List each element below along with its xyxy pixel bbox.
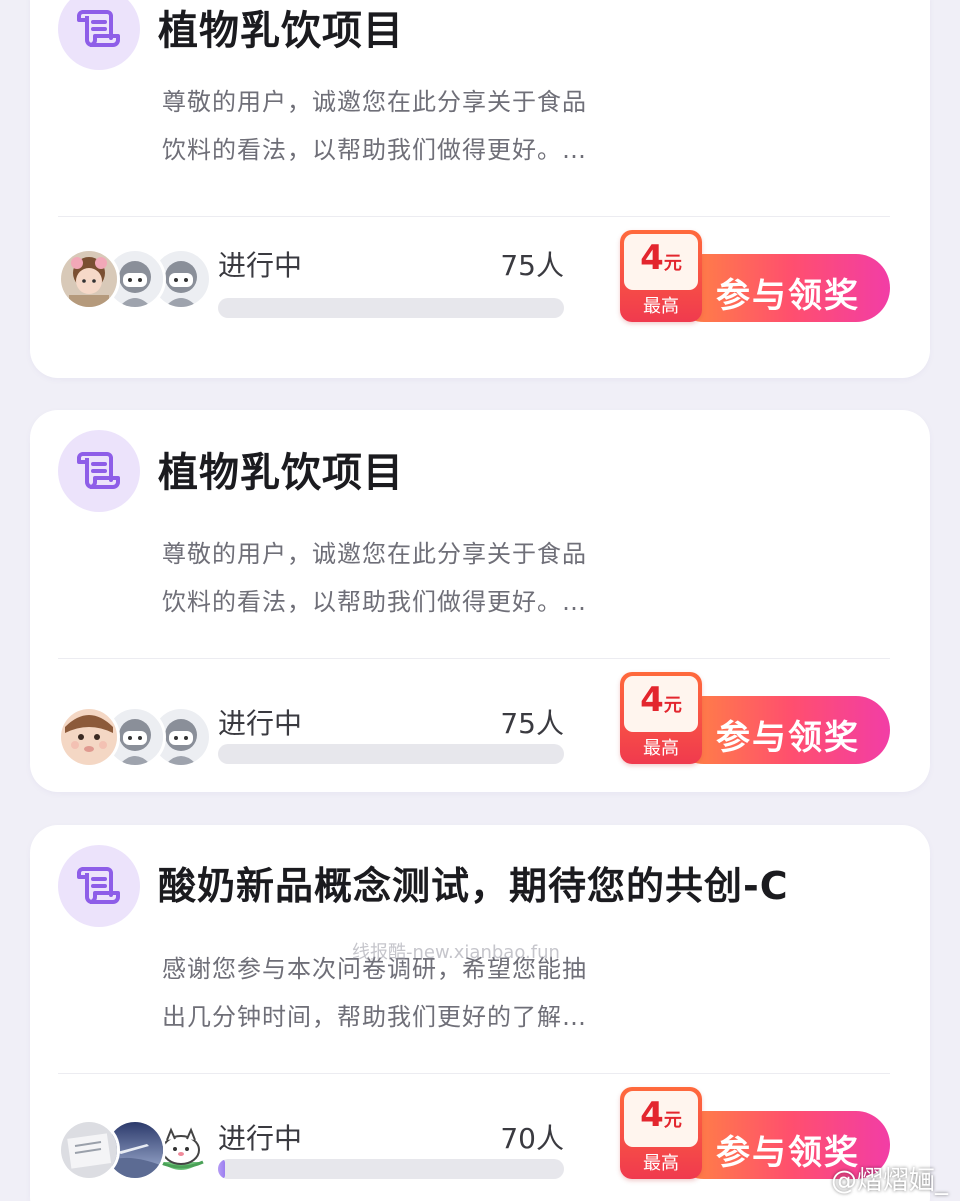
participant-count: 70人	[500, 1122, 564, 1155]
survey-card[interactable]: 植物乳饮项目 尊敬的用户，诚邀您在此分享关于食品 饮料的看法，以帮助我们做得更好…	[30, 410, 930, 792]
survey-scroll-icon	[58, 0, 140, 70]
survey-status: 进行中	[218, 1122, 303, 1155]
reward-amount: 4	[640, 680, 664, 720]
survey-description-line: 饮料的看法，以帮助我们做得更好。…	[162, 588, 587, 616]
reward-badge: 4元 最高	[620, 230, 702, 322]
participant-avatars	[58, 1119, 218, 1181]
reward-unit: 元	[663, 1110, 682, 1131]
participate-reward-button[interactable]: 参与领奖 4元 最高	[620, 230, 890, 326]
reward-amount-box: 4元	[624, 676, 698, 732]
divider	[58, 658, 890, 659]
participate-reward-button[interactable]: 参与领奖 4元 最高	[620, 672, 890, 768]
avatar-baby	[58, 706, 120, 768]
survey-progress-fill	[218, 1159, 225, 1179]
reward-amount-box: 4元	[624, 1091, 698, 1147]
survey-progress-bar	[218, 1159, 564, 1179]
cta-label[interactable]: 参与领奖	[716, 710, 860, 759]
survey-title: 酸奶新品概念测试，期待您的共创-C	[158, 864, 789, 908]
divider	[58, 1073, 890, 1074]
survey-progress-bar	[218, 298, 564, 318]
participant-count: 75人	[500, 707, 564, 740]
divider	[58, 216, 890, 217]
avatar-girl-doll	[58, 248, 120, 310]
survey-description-line: 出几分钟时间，帮助我们更好的了解…	[162, 1003, 587, 1031]
avatar-photo-paper	[58, 1119, 120, 1181]
cta-label[interactable]: 参与领奖	[716, 268, 860, 317]
participant-avatars	[58, 706, 218, 768]
reward-badge: 4元 最高	[620, 1087, 702, 1179]
reward-badge: 4元 最高	[620, 672, 702, 764]
survey-card[interactable]: 酸奶新品概念测试，期待您的共创-C 感谢您参与本次问卷调研，希望您能抽 出几分钟…	[30, 825, 930, 1201]
survey-scroll-icon	[58, 845, 140, 927]
survey-list-page: 植物乳饮项目 尊敬的用户，诚邀您在此分享关于食品 饮料的看法，以帮助我们做得更好…	[0, 0, 960, 1201]
survey-description: 尊敬的用户，诚邀您在此分享关于食品 饮料的看法，以帮助我们做得更好。…	[162, 78, 632, 174]
survey-description: 尊敬的用户，诚邀您在此分享关于食品 饮料的看法，以帮助我们做得更好。…	[162, 530, 632, 626]
reward-note: 最高	[643, 1153, 679, 1174]
participant-count: 75人	[500, 249, 564, 282]
survey-status: 进行中	[218, 249, 303, 282]
survey-description-line: 尊敬的用户，诚邀您在此分享关于食品	[162, 88, 587, 116]
watermark-text: 线报酷-new.xianbao.fun	[352, 942, 560, 963]
reward-amount: 4	[640, 238, 664, 278]
survey-progress-bar	[218, 744, 564, 764]
reward-unit: 元	[663, 695, 682, 716]
survey-title: 植物乳饮项目	[158, 8, 404, 54]
reward-note: 最高	[643, 738, 679, 759]
survey-description-line: 尊敬的用户，诚邀您在此分享关于食品	[162, 540, 587, 568]
survey-description-line: 饮料的看法，以帮助我们做得更好。…	[162, 136, 587, 164]
survey-scroll-icon	[58, 430, 140, 512]
reward-amount: 4	[640, 1095, 664, 1135]
survey-card[interactable]: 植物乳饮项目 尊敬的用户，诚邀您在此分享关于食品 饮料的看法，以帮助我们做得更好…	[30, 0, 930, 378]
weibo-handle: @熠熠婳_	[830, 1166, 948, 1196]
reward-amount-box: 4元	[624, 234, 698, 290]
reward-unit: 元	[663, 253, 682, 274]
survey-title: 植物乳饮项目	[158, 450, 404, 496]
survey-status: 进行中	[218, 707, 303, 740]
participant-avatars	[58, 248, 218, 310]
reward-note: 最高	[643, 296, 679, 317]
